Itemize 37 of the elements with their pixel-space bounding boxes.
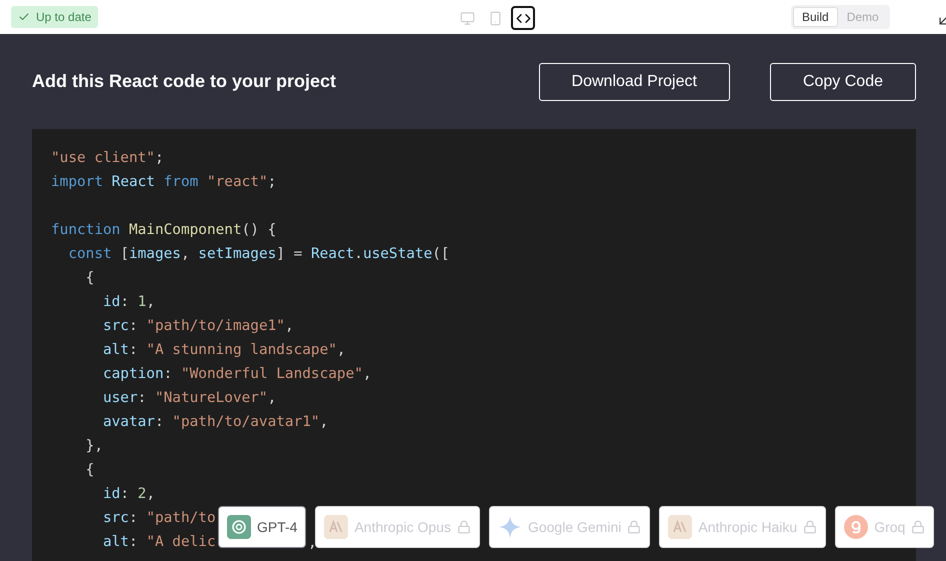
code-line: import React from "react"; [51, 173, 276, 192]
sparkle-icon [498, 515, 522, 539]
code-view-button[interactable] [511, 6, 535, 30]
code-line: src: "path/to [102, 509, 216, 528]
code-line: id: 1, [102, 293, 155, 312]
lock-icon [911, 520, 926, 534]
knot-logo-icon [227, 515, 251, 539]
code-line: src: "path/to/image1", [102, 317, 294, 336]
code-line: id: 2, [102, 485, 155, 504]
code-line: user: "NatureLover", [102, 389, 276, 408]
phone-icon [488, 10, 502, 26]
monitor-icon [460, 10, 474, 26]
circle-logo-icon [844, 515, 868, 539]
mode-tab[interactable]: Demo [838, 7, 888, 27]
code-line: const [images, setImages] = React.useState([ [67, 245, 450, 264]
code-line: { [84, 269, 94, 288]
check-icon [18, 11, 30, 23]
lock-icon [456, 520, 471, 534]
code-text: , [308, 534, 317, 553]
slash-logo-icon [668, 515, 692, 539]
code-line: { [84, 461, 94, 480]
status-text: Up to date [36, 10, 92, 24]
code-line: alt: "A delic [102, 533, 216, 552]
action-button[interactable]: Copy Code [770, 62, 916, 100]
code-line: alt: "A stunning landscape", [102, 341, 346, 360]
code-line: avatar: "path/to/avatar1", [102, 413, 328, 432]
lock-icon [627, 520, 642, 534]
page-title: Add this React code to your project [32, 71, 338, 92]
code-line: }, [84, 437, 103, 456]
lock-icon [803, 520, 818, 534]
code-line: function MainComponent() { [51, 221, 276, 240]
mode-tab[interactable]: Build [793, 7, 838, 27]
slash-logo-icon [324, 515, 348, 539]
model-option[interactable]: GPT-4 [218, 506, 306, 548]
code-line: caption: "Wonderful Landscape", [102, 365, 372, 384]
action-button[interactable]: Download Project [538, 62, 730, 100]
code-line: "use client"; [51, 149, 164, 168]
